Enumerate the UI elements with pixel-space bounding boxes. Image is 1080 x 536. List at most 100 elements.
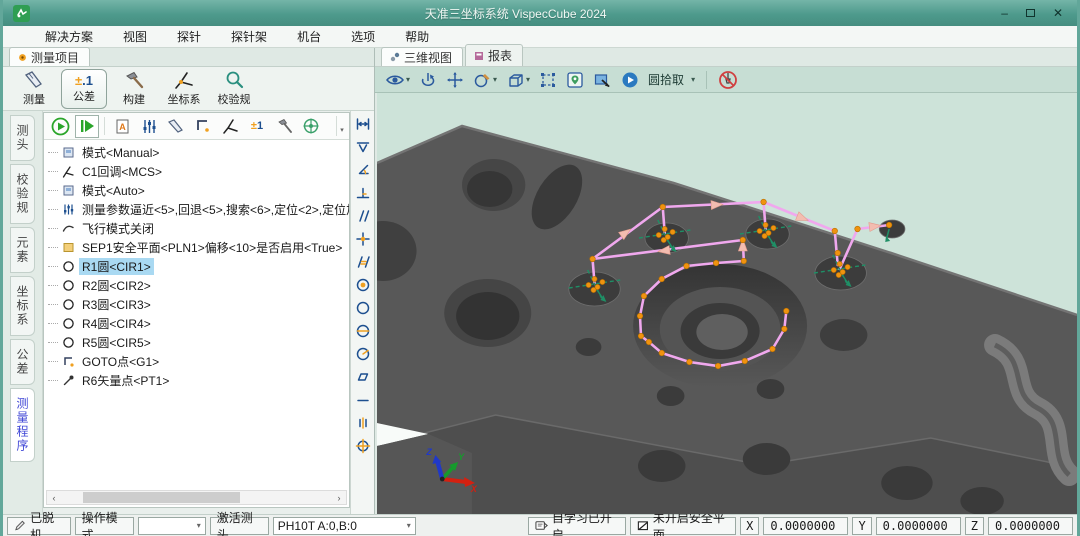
concentricity-icon[interactable] [353, 275, 373, 295]
true-position-icon[interactable] [353, 436, 373, 456]
ribbon-gauge-button[interactable]: 校验规 [211, 69, 257, 109]
tree-item-r3-circle[interactable]: R3圆<CIR3> [48, 295, 349, 314]
line-profile-icon[interactable] [353, 413, 373, 433]
app-window: 天准三坐标系统 VispecCube 2024 – ✕ 解决方案 视图 探针 探… [0, 0, 1080, 536]
run-program-button[interactable] [48, 115, 72, 138]
view-cube-button[interactable]: ▾ [506, 71, 530, 89]
play-icon [621, 71, 639, 89]
tree-horizontal-scrollbar[interactable]: ‹ › [46, 490, 347, 505]
side-tab-tolerance[interactable]: 公差 [10, 339, 35, 385]
measure-params-button[interactable] [137, 115, 161, 138]
tree-item-r6-vector-point[interactable]: R6矢量点<PT1> [48, 371, 349, 390]
scroll-left-icon[interactable]: ‹ [47, 493, 61, 503]
side-tab-measure-program[interactable]: 测量程序 [10, 388, 35, 462]
safety-plane-status: 未开启安全平面 [630, 517, 736, 535]
tree-item-r5-circle[interactable]: R5圆<CIR5> [48, 333, 349, 352]
play-demo-button[interactable] [621, 71, 639, 89]
menu-view[interactable]: 视图 [121, 26, 149, 47]
menu-options[interactable]: 选项 [349, 26, 377, 47]
coordsys-small-button[interactable] [218, 115, 242, 138]
distance-icon[interactable] [353, 114, 373, 134]
menu-probe[interactable]: 探针 [175, 26, 203, 47]
menu-help[interactable]: 帮助 [403, 26, 431, 47]
tree-item-mode-auto[interactable]: 模式<Auto> [48, 181, 349, 200]
measure-element-button[interactable] [164, 115, 188, 138]
measure-project-panel: 测量项目 测量 ±.1 公差 构建 坐标系 [3, 48, 375, 514]
pan-view-button[interactable] [446, 71, 464, 89]
tab-report[interactable]: 报表 [465, 44, 523, 66]
tree-item-measure-params[interactable]: 测量参数逼近<5>,回退<5>,搜索<6>,定位<2>,定位加<2>,测量 [48, 200, 349, 219]
roundness-icon[interactable] [353, 298, 373, 318]
close-button[interactable]: ✕ [1053, 7, 1063, 19]
symmetry-icon[interactable] [353, 321, 373, 341]
mode-select[interactable]: ▾ [138, 517, 206, 535]
ribbon-construct-button[interactable]: 构建 [111, 69, 157, 109]
tree-item-r4-circle[interactable]: R4圆<CIR4> [48, 314, 349, 333]
report-icon [474, 51, 484, 61]
angle-icon[interactable] [353, 160, 373, 180]
doc-a-icon: A [114, 118, 131, 135]
tab-3d-view[interactable]: 三维视图 [381, 47, 463, 66]
step-run-button[interactable] [75, 115, 99, 138]
locate-button[interactable] [566, 71, 584, 89]
menu-machine[interactable]: 机台 [295, 26, 323, 47]
tolerance-small-button[interactable]: ±1 [245, 115, 269, 138]
angle-vee-icon[interactable] [353, 137, 373, 157]
viewport-3d[interactable]: X Y Z [375, 93, 1077, 514]
circular-runout-icon[interactable] [353, 344, 373, 364]
side-tab-coordsys[interactable]: 坐标系 [10, 276, 35, 336]
menu-solution[interactable]: 解决方案 [43, 26, 95, 47]
tree-item-goto-point[interactable]: GOTO点<G1> [48, 352, 349, 371]
select-region-button[interactable] [539, 71, 557, 89]
chevron-down-icon: ▾ [691, 75, 695, 84]
report-doc-button[interactable]: A [110, 115, 134, 138]
visibility-button[interactable]: ▾ [385, 71, 410, 89]
tolerance-icon: ±.1 [75, 74, 93, 87]
flatness-icon[interactable] [353, 367, 373, 387]
window-title: 天准三坐标系统 VispecCube 2024 [30, 5, 1001, 22]
scene-3d: X Y Z [377, 93, 1077, 514]
toolbar-overflow-button[interactable]: ▾ [336, 116, 347, 136]
tolerance-icon-strip [350, 111, 374, 514]
construct-small-button[interactable] [272, 115, 296, 138]
tree-item-safety-plane[interactable]: SEP1安全平面<PLN1>偏移<10>是否启用<True> [48, 238, 349, 257]
position-icon[interactable] [353, 229, 373, 249]
tree-item-c1-recall[interactable]: C1回调<MCS> [48, 162, 349, 181]
rotate-view-button[interactable] [419, 71, 437, 89]
tree-item-r2-circle[interactable]: R2圆<CIR2> [48, 276, 349, 295]
probe-label-box: 激活测头 [210, 517, 269, 535]
parallelism-icon[interactable] [353, 206, 373, 226]
probe-hide-button[interactable] [718, 70, 738, 90]
scrollbar-thumb[interactable] [83, 492, 240, 503]
ribbon-coordsys-button[interactable]: 坐标系 [161, 69, 207, 109]
maximize-icon [1026, 9, 1035, 17]
menu-probe-rack[interactable]: 探针架 [229, 26, 269, 47]
caliper-small-icon [167, 118, 185, 134]
goto-button[interactable] [191, 115, 215, 138]
tree-item-mode-manual[interactable]: 模式<Manual> [48, 143, 349, 162]
minimize-button[interactable]: – [1001, 7, 1008, 19]
side-tab-elements[interactable]: 元素 [10, 227, 35, 273]
active-probe-select[interactable]: PH10T A:0,B:0▾ [273, 517, 416, 535]
maximize-button[interactable] [1026, 7, 1035, 19]
shading-button[interactable]: ▾ [473, 71, 497, 89]
ribbon-tolerance-button[interactable]: ±.1 公差 [61, 69, 107, 109]
mode-icon [62, 146, 75, 159]
tab-measure-project[interactable]: 测量项目 [9, 47, 90, 66]
side-tab-gauge[interactable]: 校验规 [10, 164, 35, 224]
tree-item-r1-circle[interactable]: R1圆<CIR1> [48, 257, 349, 276]
perpendicularity-icon[interactable] [353, 183, 373, 203]
circle-icon [62, 279, 75, 292]
angularity-icon[interactable] [353, 252, 373, 272]
straightness-icon[interactable] [353, 390, 373, 410]
side-tab-probe[interactable]: 测头 [10, 115, 35, 161]
circle-pick-button[interactable]: 圆拾取 ▾ [648, 71, 695, 88]
scroll-right-icon[interactable]: › [332, 493, 346, 503]
ribbon-measure-button[interactable]: 测量 [11, 69, 57, 109]
circle-icon [62, 317, 75, 330]
rotate-icon [419, 71, 437, 89]
tree-item-fly-mode[interactable]: 飞行模式关闭 [48, 219, 349, 238]
window-zoom-button[interactable] [593, 71, 612, 89]
caliper-icon [23, 70, 45, 90]
scan-button[interactable] [299, 115, 323, 138]
